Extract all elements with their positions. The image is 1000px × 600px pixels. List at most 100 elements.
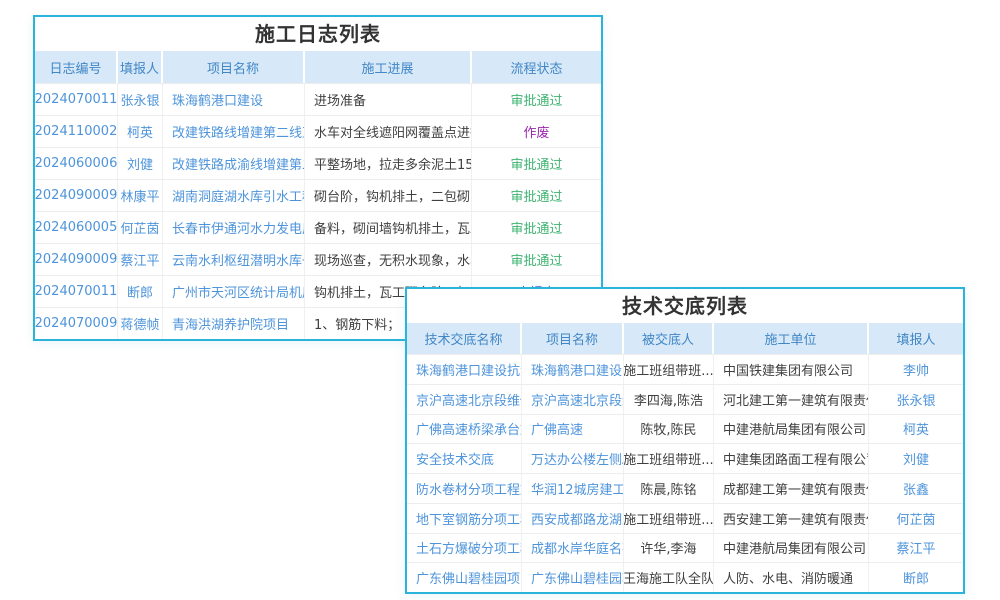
status-text: 审批通过 — [472, 244, 601, 275]
table-row: 防水卷材分项工程施...华润12城房建工...陈晨,陈铭成都建工第一建筑有限责任… — [407, 473, 963, 503]
project-link[interactable]: 西安成都路龙湖上... — [522, 504, 624, 533]
table-row: 安全技术交底万达办公楼左侧A...施工班组带班...中建集团路面工程有限公司刘健 — [407, 443, 963, 473]
column-header-project: 项目名称 — [163, 51, 305, 83]
progress-text: 备料，砌间墙钩机排土，瓦工... — [305, 212, 472, 243]
receiver-text: 施工班组带班... — [624, 355, 714, 384]
receiver-text: 陈晨,陈铭 — [624, 474, 714, 503]
status-text: 审批通过 — [472, 212, 601, 243]
contractor-text: 西安建工第一建筑有限责任公司 — [714, 504, 869, 533]
table-row: 2024090009蔡江平云南水利枢纽潜明水库一...现场巡查，无积水现象，水马… — [35, 243, 601, 275]
table-row: 2024060006刘健改建铁路成渝线增建第二...平整场地，拉走多余泥土15辆… — [35, 147, 601, 179]
table-row: 土石方爆破分项工程...成都水岸华庭名苑...许华,李海中建港航局集团有限公司蔡… — [407, 533, 963, 563]
project-link[interactable]: 湖南洞庭湖水库引水工程... — [163, 180, 305, 211]
table-row: 2024070011张永银珠海鹤港口建设进场准备审批通过 — [35, 83, 601, 115]
log-id-link[interactable]: 2024070009 — [35, 308, 118, 339]
disclosure-name-link[interactable]: 安全技术交底 — [407, 444, 522, 473]
log-id-link[interactable]: 2024070011 — [35, 84, 118, 115]
contractor-text: 中建港航局集团有限公司 — [714, 415, 869, 444]
progress-text: 水车对全线遮阳网覆盖点进行... — [305, 116, 472, 147]
project-link[interactable]: 珠海鹤港口建设 — [163, 84, 305, 115]
project-link[interactable]: 万达办公楼左侧A... — [522, 444, 624, 473]
status-text: 审批通过 — [472, 84, 601, 115]
reporter-link[interactable]: 何芷茵 — [118, 212, 163, 243]
project-link[interactable]: 成都水岸华庭名苑... — [522, 534, 624, 563]
table-row: 广东佛山碧桂园项目...广东佛山碧桂园项目王海施工队全队人防、水电、消防暖通断郎 — [407, 562, 963, 592]
column-header-reporter: 填报人 — [869, 323, 963, 354]
reporter-link[interactable]: 断郎 — [118, 276, 163, 307]
progress-text: 现场巡查，无积水现象，水马... — [305, 244, 472, 275]
receiver-text: 陈牧,陈民 — [624, 415, 714, 444]
disclosure-table-body: 珠海鹤港口建设抗浮...珠海鹤港口建设施工班组带班...中国铁建集团有限公司李帅… — [407, 354, 963, 592]
table-row: 珠海鹤港口建设抗浮...珠海鹤港口建设施工班组带班...中国铁建集团有限公司李帅 — [407, 354, 963, 384]
disclosure-name-link[interactable]: 地下室钢筋分项工程... — [407, 504, 522, 533]
log-id-link[interactable]: 2024090009 — [35, 180, 118, 211]
column-header-progress: 施工进展 — [305, 51, 472, 83]
column-header-contractor: 施工单位 — [714, 323, 869, 354]
reporter-link[interactable]: 柯英 — [869, 415, 963, 444]
column-header-disclosure-name: 技术交底名称 — [407, 323, 522, 354]
reporter-link[interactable]: 张永银 — [118, 84, 163, 115]
reporter-link[interactable]: 张鑫 — [869, 474, 963, 503]
project-link[interactable]: 广东佛山碧桂园项目 — [522, 563, 624, 592]
contractor-text: 河北建工第一建筑有限责任公司 — [714, 385, 869, 414]
status-text: 审批通过 — [472, 180, 601, 211]
receiver-text: 李四海,陈浩 — [624, 385, 714, 414]
reporter-link[interactable]: 林康平 — [118, 180, 163, 211]
reporter-link[interactable]: 断郎 — [869, 563, 963, 592]
log-id-link[interactable]: 2024060005 — [35, 212, 118, 243]
project-link[interactable]: 改建铁路线增建第二线直... — [163, 116, 305, 147]
status-text: 作废 — [472, 116, 601, 147]
disclosure-name-link[interactable]: 土石方爆破分项工程... — [407, 534, 522, 563]
disclosure-name-link[interactable]: 京沪高速北京段维修... — [407, 385, 522, 414]
reporter-link[interactable]: 柯英 — [118, 116, 163, 147]
table-row: 京沪高速北京段维修...京沪高速北京段维修李四海,陈浩河北建工第一建筑有限责任公… — [407, 384, 963, 414]
page: 施工日志列表 日志编号 填报人 项目名称 施工进展 流程状态 202407001… — [0, 0, 1000, 600]
reporter-link[interactable]: 张永银 — [869, 385, 963, 414]
reporter-link[interactable]: 何芷茵 — [869, 504, 963, 533]
project-link[interactable]: 珠海鹤港口建设 — [522, 355, 624, 384]
log-table-header-row: 日志编号 填报人 项目名称 施工进展 流程状态 — [35, 51, 601, 83]
column-header-project: 项目名称 — [522, 323, 624, 354]
reporter-link[interactable]: 刘健 — [118, 148, 163, 179]
project-link[interactable]: 云南水利枢纽潜明水库一... — [163, 244, 305, 275]
log-id-link[interactable]: 2024110002 — [35, 116, 118, 147]
project-link[interactable]: 长春市伊通河水力发电厂... — [163, 212, 305, 243]
project-link[interactable]: 京沪高速北京段维修 — [522, 385, 624, 414]
receiver-text: 施工班组带班... — [624, 444, 714, 473]
log-table-title: 施工日志列表 — [35, 17, 601, 51]
reporter-link[interactable]: 蔡江平 — [118, 244, 163, 275]
log-id-link[interactable]: 2024070011 — [35, 276, 118, 307]
disclosure-name-link[interactable]: 防水卷材分项工程施... — [407, 474, 522, 503]
disclosure-name-link[interactable]: 珠海鹤港口建设抗浮... — [407, 355, 522, 384]
contractor-text: 中国铁建集团有限公司 — [714, 355, 869, 384]
reporter-link[interactable]: 蔡江平 — [869, 534, 963, 563]
receiver-text: 王海施工队全队 — [624, 563, 714, 592]
column-header-receiver: 被交底人 — [624, 323, 714, 354]
log-id-link[interactable]: 2024060006 — [35, 148, 118, 179]
log-id-link[interactable]: 2024090009 — [35, 244, 118, 275]
project-link[interactable]: 广佛高速 — [522, 415, 624, 444]
project-link[interactable]: 改建铁路成渝线增建第二... — [163, 148, 305, 179]
project-link[interactable]: 青海洪湖养护院项目 — [163, 308, 305, 339]
table-row: 地下室钢筋分项工程...西安成都路龙湖上...施工班组带班...西安建工第一建筑… — [407, 503, 963, 533]
table-row: 2024110002柯英改建铁路线增建第二线直...水车对全线遮阳网覆盖点进行.… — [35, 115, 601, 147]
disclosure-name-link[interactable]: 广东佛山碧桂园项目... — [407, 563, 522, 592]
table-row: 2024060005何芷茵长春市伊通河水力发电厂...备料，砌间墙钩机排土，瓦工… — [35, 211, 601, 243]
column-header-reporter: 填报人 — [118, 51, 163, 83]
disclosure-table-header-row: 技术交底名称 项目名称 被交底人 施工单位 填报人 — [407, 323, 963, 354]
disclosure-name-link[interactable]: 广佛高速桥梁承台施... — [407, 415, 522, 444]
progress-text: 进场准备 — [305, 84, 472, 115]
project-link[interactable]: 广州市天河区统计局机房... — [163, 276, 305, 307]
contractor-text: 人防、水电、消防暖通 — [714, 563, 869, 592]
contractor-text: 中建港航局集团有限公司 — [714, 534, 869, 563]
reporter-link[interactable]: 刘健 — [869, 444, 963, 473]
column-header-status: 流程状态 — [472, 51, 601, 83]
table-row: 2024090009林康平湖南洞庭湖水库引水工程...砌台阶，钩机排土，二包砌间… — [35, 179, 601, 211]
reporter-link[interactable]: 蒋德帧 — [118, 308, 163, 339]
progress-text: 平整场地，拉走多余泥土15辆... — [305, 148, 472, 179]
progress-text: 砌台阶，钩机排土，二包砌间... — [305, 180, 472, 211]
reporter-link[interactable]: 李帅 — [869, 355, 963, 384]
project-link[interactable]: 华润12城房建工... — [522, 474, 624, 503]
status-text: 审批通过 — [472, 148, 601, 179]
column-header-log-id: 日志编号 — [35, 51, 118, 83]
